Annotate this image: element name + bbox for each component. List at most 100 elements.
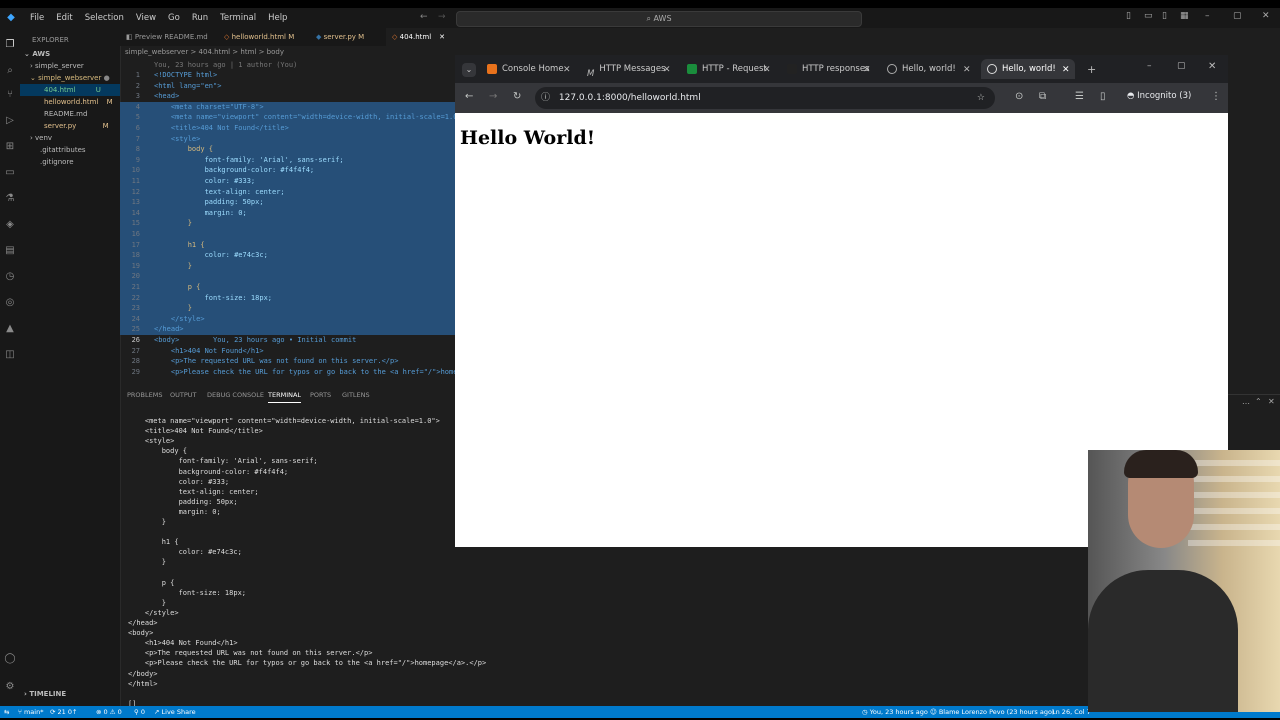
timeline-section[interactable]: › TIMELINE bbox=[24, 688, 124, 700]
new-tab-icon[interactable]: + bbox=[1087, 63, 1096, 76]
layout-secondary-icon[interactable]: ▯ bbox=[1162, 11, 1167, 21]
tab-problems[interactable]: PROBLEMS bbox=[127, 388, 162, 402]
tab-gitlens[interactable]: GITLENS bbox=[342, 388, 370, 402]
code-line[interactable]: 21 p { bbox=[120, 282, 455, 293]
close-tab-icon[interactable]: ✕ bbox=[663, 65, 671, 75]
code-line[interactable]: 5 <meta name="viewport" content="width=d… bbox=[120, 112, 455, 123]
code-line[interactable]: 10 background-color: #f4f4f4; bbox=[120, 165, 455, 176]
code-line[interactable]: 1 <!DOCTYPE html> bbox=[120, 70, 455, 81]
extensions-icon[interactable]: ⊞ bbox=[3, 140, 17, 154]
code-line[interactable]: 2 <html lang="en"> bbox=[120, 81, 455, 92]
tab-debug-console[interactable]: DEBUG CONSOLE bbox=[207, 388, 264, 402]
tab-search-icon[interactable]: ⌄ bbox=[462, 63, 476, 77]
menu-view[interactable]: View bbox=[130, 13, 162, 23]
code-line[interactable]: 19 } bbox=[120, 260, 455, 272]
problems-status[interactable]: ⊗ 0 ⚠ 0 bbox=[96, 706, 122, 718]
side-panel-icon[interactable]: ▯ bbox=[1100, 91, 1106, 102]
remote-explorer-icon[interactable]: ▭ bbox=[3, 166, 17, 180]
close-tab-icon[interactable]: ✕ bbox=[763, 65, 771, 75]
tab-server-py[interactable]: ◆ server.py M bbox=[316, 28, 380, 46]
menu-selection[interactable]: Selection bbox=[79, 13, 130, 23]
minimize-icon[interactable]: – bbox=[1205, 11, 1210, 21]
code-line[interactable]: 12 text-align: center; bbox=[120, 186, 455, 198]
tab-terminal[interactable]: TERMINAL bbox=[268, 388, 302, 403]
code-line[interactable]: 25 </head> bbox=[120, 324, 455, 335]
close-icon[interactable]: ✕ bbox=[1262, 11, 1270, 21]
menu-edit[interactable]: Edit bbox=[50, 13, 78, 23]
tree-item-venv[interactable]: › venv bbox=[30, 132, 130, 144]
code-line[interactable]: 9 font-family: 'Arial', sans-serif; bbox=[120, 154, 455, 166]
code-line[interactable]: 8 body { bbox=[120, 144, 455, 155]
code-line[interactable]: 11 color: #333; bbox=[120, 176, 455, 187]
layout-panel-icon[interactable]: ▭ bbox=[1144, 11, 1153, 21]
history-icon[interactable]: ◷ bbox=[3, 270, 17, 284]
code-line[interactable]: 7 <style> bbox=[120, 133, 455, 145]
command-center[interactable]: ⌕ AWS bbox=[456, 11, 862, 27]
bookmark-star-icon[interactable]: ☆ bbox=[977, 87, 985, 109]
settings-gear-icon[interactable]: ⚙ bbox=[3, 680, 17, 694]
code-line[interactable]: 28 <p>The requested URL was not found on… bbox=[120, 356, 455, 367]
code-line[interactable]: 18 color: #e74c3c; bbox=[120, 250, 455, 261]
code-line[interactable]: 15 } bbox=[120, 218, 455, 229]
tab-helloworld-html[interactable]: ◇ helloworld.html M bbox=[224, 28, 304, 46]
maximize-icon[interactable]: ▢ bbox=[1177, 61, 1186, 71]
menu-go[interactable]: Go bbox=[162, 13, 186, 23]
code-line[interactable]: 3 <head> bbox=[120, 91, 455, 102]
branch-status[interactable]: ⑂ main* bbox=[18, 706, 43, 718]
extensions-icon[interactable]: ⧉ bbox=[1039, 91, 1046, 102]
maximize-icon[interactable]: ▢ bbox=[1233, 11, 1242, 21]
search-icon[interactable]: ⌕ bbox=[3, 64, 17, 78]
terminal[interactable]: <meta name="viewport" content="width=dev… bbox=[120, 406, 486, 708]
chrome-tab-console-home[interactable]: Console Home bbox=[481, 59, 573, 79]
blame-author-status[interactable]: ☺ Blame Lorenzo Pevo (23 hours ago) bbox=[930, 706, 1055, 718]
blame-status[interactable]: ◷ You, 23 hours ago bbox=[862, 706, 928, 718]
tab-404-html[interactable]: ◇ 404.html ✕ bbox=[386, 28, 458, 46]
close-tab-icon[interactable]: ✕ bbox=[963, 65, 971, 75]
site-info-icon[interactable]: ⓘ bbox=[541, 93, 550, 103]
code-line[interactable]: 4 <meta charset="UTF-8"> bbox=[120, 101, 455, 113]
ports-status[interactable]: ⚲ 0 bbox=[134, 706, 145, 718]
customize-layout-icon[interactable]: ▦ bbox=[1180, 11, 1189, 21]
code-line[interactable]: 24 </style> bbox=[120, 313, 455, 325]
chrome-menu-icon[interactable]: ⋮ bbox=[1211, 91, 1221, 102]
terraform-icon[interactable]: ▲ bbox=[3, 322, 17, 336]
chrome-tab-http-responses[interactable]: HTTP responses bbox=[781, 59, 873, 79]
code-line[interactable]: 23 } bbox=[120, 303, 455, 314]
code-line[interactable]: 20 bbox=[120, 271, 455, 282]
code-editor[interactable]: 1 <!DOCTYPE html> 2 <html lang="en"> 3 <head>… bbox=[120, 60, 455, 386]
tree-item-simple-webserver[interactable]: ⌄ simple_webserver ● bbox=[30, 72, 130, 84]
code-line[interactable]: 14 margin: 0; bbox=[120, 207, 455, 219]
forward-arrow-icon[interactable]: → bbox=[438, 12, 446, 22]
close-panel-icon[interactable]: ✕ bbox=[1268, 397, 1275, 406]
tab-list-icon[interactable]: ☰ bbox=[1075, 91, 1084, 102]
remote-indicator-icon[interactable]: ⇆ bbox=[4, 706, 9, 718]
run-debug-icon[interactable]: ▷ bbox=[3, 114, 17, 128]
chrome-tab-hello-world-1[interactable]: Hello, world! bbox=[881, 59, 973, 79]
menu-terminal[interactable]: Terminal bbox=[214, 13, 262, 23]
menu-run[interactable]: Run bbox=[186, 13, 214, 23]
menu-help[interactable]: Help bbox=[262, 13, 293, 23]
tab-ports[interactable]: PORTS bbox=[310, 388, 331, 402]
code-line[interactable]: 26 <body> You, 23 hours ago • Initial com… bbox=[120, 335, 455, 346]
code-line[interactable]: 6 <title>404 Not Found</title> bbox=[120, 123, 455, 134]
layout-sidebar-icon[interactable]: ▯ bbox=[1126, 11, 1131, 21]
address-bar[interactable]: ⓘ 127.0.0.1:8000/helloworld.html ☆ bbox=[535, 87, 995, 109]
menu-file[interactable]: File bbox=[24, 13, 50, 23]
close-tab-icon[interactable]: ✕ bbox=[863, 65, 871, 75]
code-line[interactable]: 17 h1 { bbox=[120, 239, 455, 251]
close-tab-icon[interactable]: ✕ bbox=[439, 33, 445, 41]
git-blame-header[interactable]: You, 23 hours ago | 1 author (You) bbox=[120, 60, 455, 71]
back-arrow-icon[interactable]: ← bbox=[465, 91, 473, 102]
chrome-tab-hello-world-active[interactable]: Hello, world! bbox=[981, 59, 1075, 79]
close-tab-icon[interactable]: ✕ bbox=[1062, 65, 1070, 75]
sync-status[interactable]: ⟳ 21 0↑ bbox=[50, 706, 77, 718]
maximize-panel-icon[interactable]: ⌃ bbox=[1255, 397, 1262, 406]
close-window-icon[interactable]: ✕ bbox=[1208, 61, 1216, 72]
chrome-tab-http-messages[interactable]: M HTTP Messages bbox=[581, 59, 673, 79]
code-line[interactable]: 29 <p>Please check the URL for typos or … bbox=[120, 367, 455, 378]
source-control-icon[interactable]: ⑂ bbox=[3, 88, 17, 102]
code-line[interactable]: 22 font-size: 18px; bbox=[120, 292, 455, 304]
gitlens-icon[interactable]: ◈ bbox=[3, 218, 17, 232]
account-icon[interactable]: ◯ bbox=[3, 652, 17, 666]
incognito-glasses-icon[interactable]: ⊙ bbox=[1015, 91, 1023, 102]
